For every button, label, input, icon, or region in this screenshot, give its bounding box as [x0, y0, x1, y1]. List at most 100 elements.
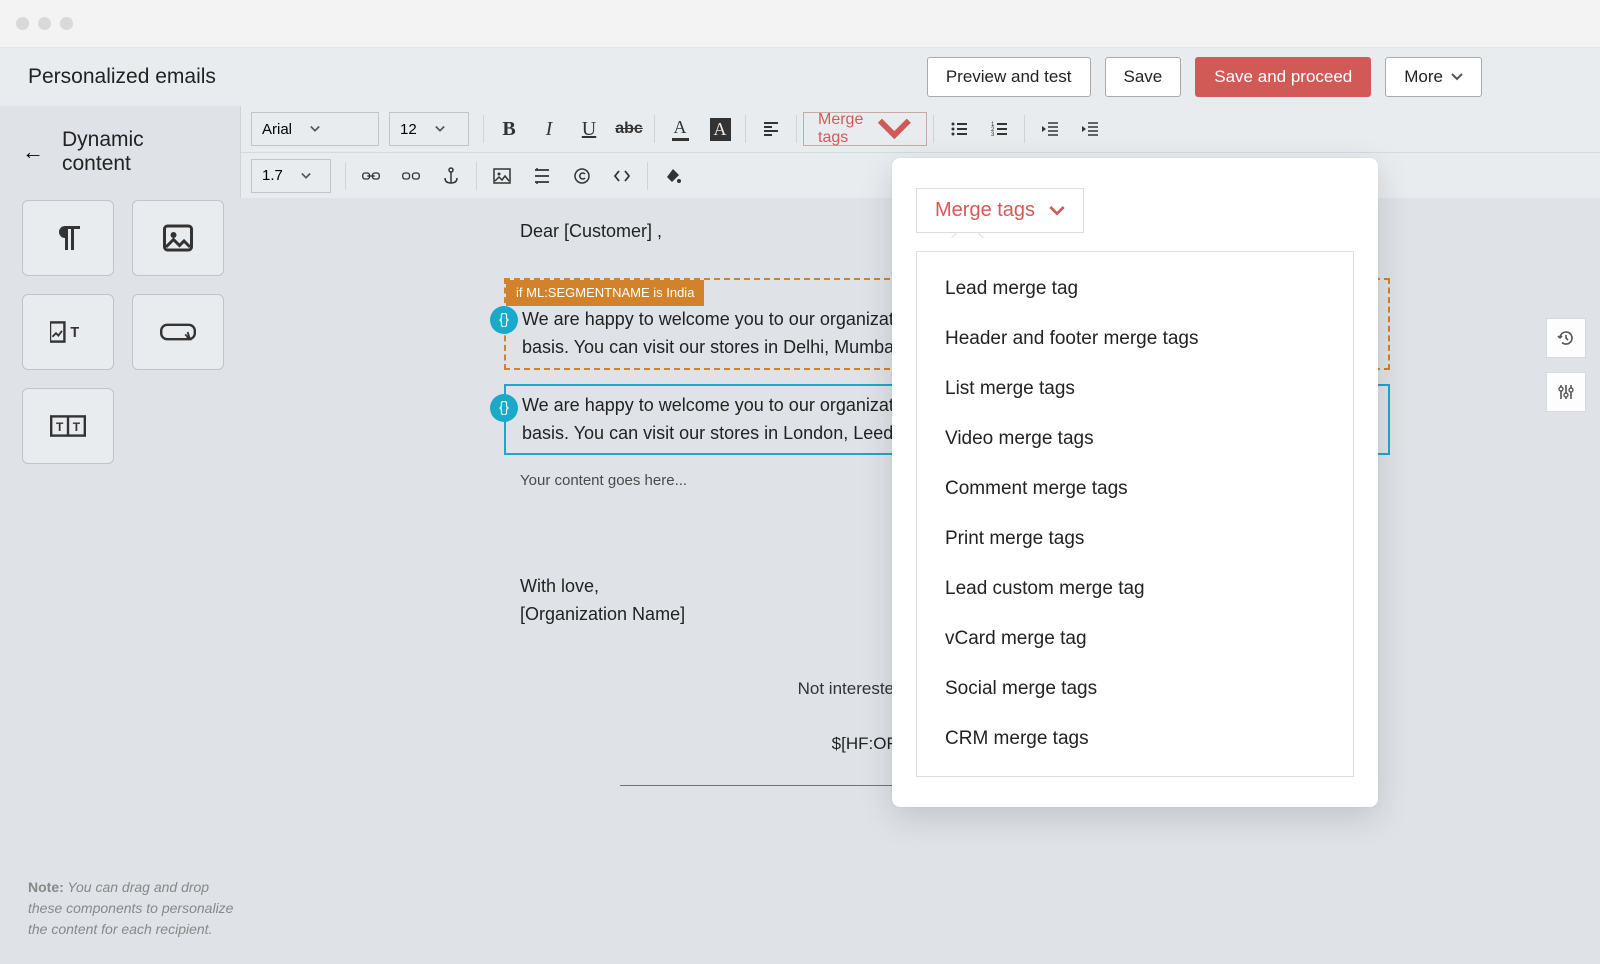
paint-button[interactable]: [654, 159, 692, 193]
traffic-light-close[interactable]: [16, 17, 29, 30]
font-color-button[interactable]: A: [661, 112, 699, 146]
merge-tag-option[interactable]: Lead custom merge tag: [917, 564, 1353, 614]
component-text[interactable]: [22, 200, 114, 276]
sliders-icon: [1557, 383, 1575, 401]
header: Personalized emails Preview and test Sav…: [0, 48, 1600, 106]
italic-icon: I: [546, 118, 553, 141]
sidebar: ← Dynamic content T TT: [0, 106, 240, 964]
font-color-icon: A: [672, 117, 689, 141]
unordered-list-button[interactable]: [940, 112, 978, 146]
component-columns[interactable]: TT: [22, 388, 114, 464]
image-icon: [493, 167, 511, 185]
history-button[interactable]: [1546, 318, 1586, 358]
align-button[interactable]: [752, 112, 790, 146]
unlink-icon: [402, 167, 420, 185]
insert-table-button[interactable]: [523, 159, 561, 193]
copyright-button[interactable]: [563, 159, 601, 193]
merge-tag-option[interactable]: Video merge tags: [917, 414, 1353, 464]
component-image[interactable]: [132, 200, 224, 276]
table-icon: [533, 167, 551, 185]
back-button[interactable]: ←: [22, 139, 44, 165]
chevron-down-icon: [435, 124, 445, 134]
chevron-down-icon: [310, 124, 320, 134]
bold-button[interactable]: B: [490, 112, 528, 146]
merge-tag-option[interactable]: Lead merge tag: [917, 264, 1353, 314]
font-size-select[interactable]: 12: [389, 112, 469, 146]
merge-tag-option[interactable]: CRM merge tags: [917, 714, 1353, 764]
merge-tags-popover: Merge tags Lead merge tag Header and foo…: [892, 158, 1378, 807]
condition-tag: if ML:SEGMENTNAME is India: [506, 280, 704, 306]
sidebar-title: Dynamic content: [62, 128, 218, 176]
paragraph-icon: [50, 220, 86, 256]
anchor-button[interactable]: [432, 159, 470, 193]
window-chrome: [0, 0, 1600, 48]
save-button[interactable]: Save: [1105, 57, 1182, 97]
merge-tag-option[interactable]: Comment merge tags: [917, 464, 1353, 514]
underline-button[interactable]: U: [570, 112, 608, 146]
component-button[interactable]: [132, 294, 224, 370]
link-button[interactable]: [352, 159, 390, 193]
svg-text:T: T: [56, 420, 64, 434]
align-icon: [762, 120, 780, 138]
sidebar-note: Note: You can drag and drop these compon…: [28, 877, 238, 940]
ol-icon: 123: [990, 120, 1008, 138]
italic-button[interactable]: I: [530, 112, 568, 146]
ul-icon: [950, 120, 968, 138]
bold-icon: B: [502, 118, 515, 141]
chevron-down-icon: [877, 112, 912, 147]
ordered-list-button[interactable]: 123: [980, 112, 1018, 146]
outdent-button[interactable]: [1031, 112, 1069, 146]
settings-sliders-button[interactable]: [1546, 372, 1586, 412]
merge-tags-label: Merge tags: [818, 111, 863, 147]
indent-button[interactable]: [1071, 112, 1109, 146]
strikethrough-button[interactable]: abc: [610, 112, 648, 146]
copyright-icon: [573, 167, 591, 185]
chevron-down-icon: [301, 171, 311, 181]
merge-tags-popover-title: Merge tags: [935, 199, 1035, 222]
merge-tag-option[interactable]: Header and footer merge tags: [917, 314, 1353, 364]
more-label: More: [1404, 67, 1443, 87]
paint-icon: [664, 167, 682, 185]
merge-tag-option[interactable]: vCard merge tag: [917, 614, 1353, 664]
traffic-light-zoom[interactable]: [60, 17, 73, 30]
code-icon: [613, 167, 631, 185]
chevron-down-icon: [1049, 203, 1065, 219]
code-button[interactable]: [603, 159, 641, 193]
button-icon: [160, 314, 196, 350]
font-size-value: 12: [400, 121, 417, 138]
text-image-icon: T: [50, 314, 86, 350]
merge-tag-option[interactable]: Social merge tags: [917, 664, 1353, 714]
link-icon: [362, 167, 380, 185]
indent-icon: [1081, 120, 1099, 138]
columns-icon: TT: [50, 408, 86, 444]
save-and-proceed-button[interactable]: Save and proceed: [1195, 57, 1371, 97]
svg-text:T: T: [70, 325, 79, 341]
insert-image-button[interactable]: [483, 159, 521, 193]
dynamic-marker-icon[interactable]: {}: [490, 306, 518, 334]
component-text-image[interactable]: T: [22, 294, 114, 370]
highlight-button[interactable]: A: [701, 112, 739, 146]
highlight-icon: A: [710, 118, 731, 141]
svg-text:3: 3: [991, 132, 995, 138]
preview-and-test-button[interactable]: Preview and test: [927, 57, 1091, 97]
svg-text:T: T: [73, 420, 81, 434]
traffic-light-minimize[interactable]: [38, 17, 51, 30]
unlink-button[interactable]: [392, 159, 430, 193]
outdent-icon: [1041, 120, 1059, 138]
line-height-select[interactable]: 1.7: [251, 159, 331, 193]
more-menu-button[interactable]: More: [1385, 57, 1482, 97]
merge-tags-toolbar-button[interactable]: Merge tags: [803, 112, 927, 146]
anchor-icon: [442, 167, 460, 185]
strikethrough-icon: abc: [615, 120, 643, 138]
chevron-down-icon: [1451, 71, 1463, 83]
line-height-value: 1.7: [262, 167, 283, 184]
note-label: Note:: [28, 879, 64, 895]
merge-tags-menu: Lead merge tag Header and footer merge t…: [916, 251, 1354, 777]
dynamic-marker-icon[interactable]: {}: [490, 394, 518, 422]
merge-tags-dropdown-button[interactable]: Merge tags: [916, 188, 1084, 233]
merge-tag-option[interactable]: List merge tags: [917, 364, 1353, 414]
font-family-select[interactable]: Arial: [251, 112, 379, 146]
merge-tag-option[interactable]: Print merge tags: [917, 514, 1353, 564]
underline-icon: U: [582, 118, 596, 141]
history-icon: [1557, 329, 1575, 347]
